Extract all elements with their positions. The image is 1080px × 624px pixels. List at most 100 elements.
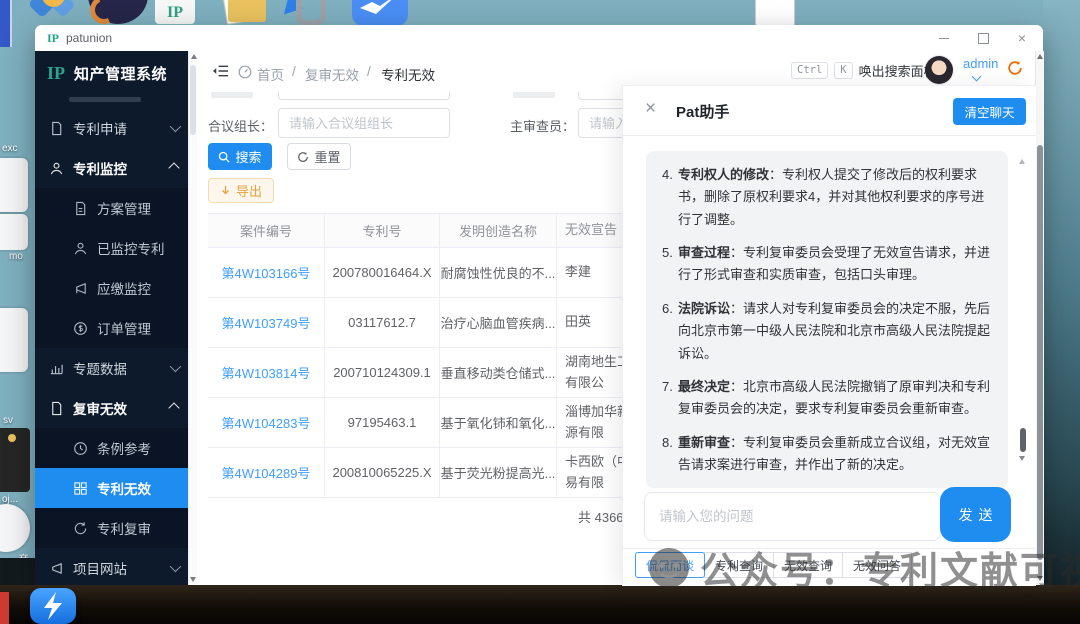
chip-casual-chat[interactable]: 侃侃而谈: [635, 552, 705, 578]
search-panel-hint[interactable]: Ctrl K 唤出搜索面板: [791, 61, 937, 80]
chip-invalid-qa[interactable]: 无效问答: [842, 552, 912, 578]
case-link[interactable]: 第4W103814号: [222, 363, 311, 382]
desktop-icon-sliver[interactable]: [0, 308, 28, 372]
chat-scrollbar-thumb[interactable]: [1020, 428, 1026, 452]
sidebar-item-due-monitor[interactable]: 应缴监控: [35, 268, 188, 308]
sidebar-item-plan-management[interactable]: 方案管理: [35, 188, 188, 228]
file-icon: [49, 401, 64, 416]
chip-invalid-query[interactable]: 无效查询: [773, 552, 843, 578]
sidebar-item-regulation-reference[interactable]: 条例参考: [35, 428, 188, 468]
chevron-down-icon: [170, 121, 181, 132]
search-button[interactable]: 搜索: [208, 143, 272, 170]
breadcrumb-section[interactable]: 复审无效: [305, 64, 359, 84]
sidebar-item-topic-data[interactable]: 专题数据: [35, 348, 188, 388]
chat-scroll-up-arrow[interactable]: [1019, 156, 1025, 164]
main-scrollbar[interactable]: [1035, 51, 1044, 585]
breadcrumb-current: 专利无效: [381, 64, 435, 84]
sidebar-item-order-management[interactable]: 订单管理: [35, 308, 188, 348]
patent-no-cell: 200710124309.1: [325, 348, 440, 397]
question-input[interactable]: [644, 492, 941, 541]
kbd-ctrl: Ctrl: [791, 62, 828, 79]
username[interactable]: admin: [963, 56, 998, 71]
refresh-icon: [73, 521, 88, 536]
document-icon: [49, 121, 64, 136]
patent-no-cell: 03117612.7: [325, 298, 440, 347]
file-lines-icon: [73, 201, 88, 216]
sidebar-item-patent-application[interactable]: 专利申请: [35, 108, 188, 148]
scroll-up-arrow[interactable]: [1037, 54, 1043, 59]
assistant-header: × Pat助手 清空聊天: [623, 86, 1036, 136]
document-file-icon[interactable]: [755, 0, 795, 26]
title-cell: 垂直移动类仓储式...: [440, 348, 557, 397]
desktop-icon-sliver[interactable]: [0, 504, 30, 552]
brand-logo: IP: [47, 63, 65, 84]
scroll-down-arrow[interactable]: [190, 577, 196, 582]
desktop-icon-sliver[interactable]: [0, 214, 28, 250]
desktop-background-right: [1043, 0, 1080, 624]
close-icon[interactable]: ×: [645, 99, 656, 118]
collapse-menu-icon[interactable]: [212, 64, 229, 78]
window-title: patunion: [66, 31, 112, 45]
ip-app-icon[interactable]: IP: [155, 0, 195, 24]
chat-scroll-down-arrow[interactable]: [1019, 456, 1025, 461]
scrollbar-thumb[interactable]: [190, 65, 196, 135]
case-link[interactable]: 第4W103749号: [222, 313, 311, 332]
bird-app-icon[interactable]: [352, 0, 408, 26]
dark-circle-app-icon[interactable]: [88, 0, 148, 24]
sunrise-app-icon[interactable]: [27, 0, 79, 26]
send-button[interactable]: 发送: [940, 487, 1011, 542]
assistant-list-item: 7. 最终决定：北京市高级人民法院撤销了原审判决和专利复审委员会的决定，要求专利…: [662, 376, 992, 421]
close-button[interactable]: ×: [1002, 25, 1042, 51]
brand-name: 知产管理系统: [74, 63, 167, 84]
download-arrow-icon: [220, 185, 231, 196]
panel-divider: [623, 548, 1036, 549]
maximize-button[interactable]: [963, 25, 1003, 51]
sidebar-item-patent-invalid[interactable]: 专利无效: [35, 468, 188, 508]
desktop-bottom: [0, 585, 1080, 624]
sidebar-item-clipped[interactable]: [35, 95, 188, 108]
assistant-title: Pat助手: [676, 101, 729, 122]
assistant-list-item: 8. 重新审查：专利复审委员会重新成立合议组，对无效宣告请求案进行审查，并作出了…: [662, 432, 992, 477]
reset-button[interactable]: 重置: [287, 143, 351, 170]
scroll-down-arrow[interactable]: [1037, 576, 1043, 581]
sidebar-item-patent-reexam[interactable]: 专利复审: [35, 508, 188, 548]
clip-arrow-icon[interactable]: [280, 0, 324, 24]
folder-icon[interactable]: [222, 0, 266, 24]
megaphone-icon: [73, 281, 88, 296]
sidebar-item-monitored-patents[interactable]: 已监控专利: [35, 228, 188, 268]
sidebar-brand: IP 知产管理系统: [35, 51, 188, 95]
breadcrumb-home[interactable]: 首页: [257, 64, 284, 84]
refresh-page-icon[interactable]: [1007, 60, 1023, 76]
avatar[interactable]: [925, 56, 953, 84]
chevron-up-icon: [168, 402, 179, 413]
export-button[interactable]: 导出: [208, 178, 274, 203]
sidebar-item-project-website[interactable]: 项目网站: [35, 548, 188, 585]
sidebar-item-reexam-invalid[interactable]: 复审无效: [35, 388, 188, 428]
assistant-list-item: 4. 专利权人的修改：专利权人提交了修改后的权利要求书，删除了原权利要求4，并对…: [662, 164, 992, 231]
scrollbar-thumb[interactable]: [1037, 145, 1043, 560]
sidebar-item-patent-monitor[interactable]: 专利监控: [35, 148, 188, 188]
case-link[interactable]: 第4W104289号: [222, 463, 311, 482]
send-icon: [49, 561, 64, 576]
chart-icon: [49, 361, 64, 376]
group-leader-input[interactable]: [278, 108, 450, 138]
desktop-icon-sliver[interactable]: [0, 158, 28, 212]
lightning-app-icon[interactable]: [30, 588, 76, 624]
desktop-icon-sliver[interactable]: [0, 428, 30, 492]
person-icon: [73, 241, 88, 256]
dollar-circle-icon: [73, 321, 88, 336]
clear-chat-button[interactable]: 清空聊天: [953, 98, 1026, 125]
assistant-list-item: 6. 法院诉讼：请求人对专利复审委员会的决定不服，先后向北京市第一中级人民法院和…: [662, 298, 992, 365]
refresh-icon: [297, 151, 309, 163]
chip-patent-query[interactable]: 专利查询: [704, 552, 774, 578]
case-link[interactable]: 第4W103166号: [222, 263, 311, 282]
scroll-up-arrow[interactable]: [191, 54, 197, 59]
desktop-icon-sliver[interactable]: [0, 592, 9, 624]
case-link[interactable]: 第4W104283号: [222, 413, 311, 432]
desktop-icon-partial[interactable]: [0, 0, 12, 47]
clipped-input[interactable]: [278, 92, 450, 100]
desktop-shadow: [0, 558, 35, 588]
title-cell: 耐腐蚀性优良的不...: [440, 248, 557, 297]
dashboard-icon: [238, 65, 252, 79]
minimize-button[interactable]: [924, 25, 964, 51]
